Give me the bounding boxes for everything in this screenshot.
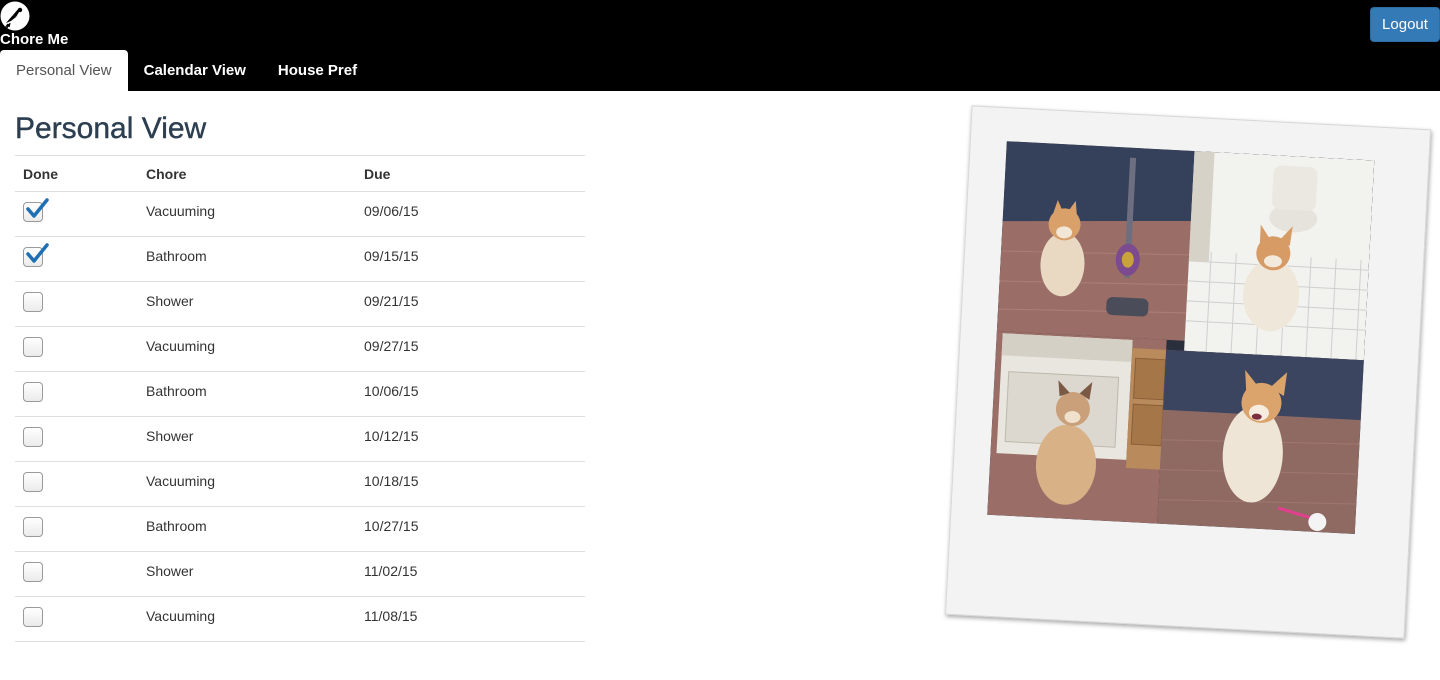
table-row: Vacuuming 09/27/15 xyxy=(15,326,585,372)
done-cell xyxy=(15,371,138,417)
chore-name: Bathroom xyxy=(138,236,356,282)
table-row: Bathroom 09/15/15 xyxy=(15,236,585,282)
chore-table: Done Chore Due Vacuuming 09/06/15 Bathroom… xyxy=(15,155,585,642)
done-cell xyxy=(15,461,138,507)
due-date: 11/08/15 xyxy=(356,596,585,642)
done-cell xyxy=(15,236,138,282)
due-date: 10/18/15 xyxy=(356,461,585,507)
table-row: Bathroom 10/27/15 xyxy=(15,506,585,552)
done-checkbox[interactable] xyxy=(23,337,43,357)
done-checkbox[interactable] xyxy=(23,607,43,627)
table-row: Vacuuming 09/06/15 xyxy=(15,191,585,237)
polaroid-frame xyxy=(944,105,1432,639)
done-cell xyxy=(15,506,138,552)
chore-name: Bathroom xyxy=(138,371,356,417)
table-row: Vacuuming 10/18/15 xyxy=(15,461,585,507)
table-row: Vacuuming 11/08/15 xyxy=(15,596,585,642)
chore-rows: Vacuuming 09/06/15 Bathroom 09/15/15 Shower 0… xyxy=(15,191,585,642)
table-row: Bathroom 10/06/15 xyxy=(15,371,585,417)
done-checkbox[interactable] xyxy=(23,562,43,582)
dog-photo-collage xyxy=(987,141,1375,534)
column-header-due: Due xyxy=(356,155,585,192)
due-date: 09/21/15 xyxy=(356,281,585,327)
done-cell xyxy=(15,551,138,597)
done-cell xyxy=(15,326,138,372)
chore-name: Vacuuming xyxy=(138,461,356,507)
chore-name: Vacuuming xyxy=(138,326,356,372)
tab-personal-view[interactable]: Personal View xyxy=(0,50,128,91)
done-cell xyxy=(15,281,138,327)
due-date: 09/15/15 xyxy=(356,236,585,282)
chore-name: Vacuuming xyxy=(138,191,356,237)
chore-name: Shower xyxy=(138,551,356,597)
done-checkbox[interactable] xyxy=(23,472,43,492)
done-checkbox[interactable] xyxy=(23,427,43,447)
due-date: 10/06/15 xyxy=(356,371,585,417)
dog-collage-image xyxy=(987,141,1375,534)
done-checkbox[interactable] xyxy=(23,198,49,222)
done-cell xyxy=(15,191,138,237)
chore-name: Bathroom xyxy=(138,506,356,552)
done-checkbox[interactable] xyxy=(23,382,43,402)
table-row: Shower 09/21/15 xyxy=(15,281,585,327)
brand[interactable]: Chore Me xyxy=(0,0,80,50)
done-checkbox[interactable] xyxy=(23,292,43,312)
done-cell xyxy=(15,596,138,642)
checkmark-icon xyxy=(26,243,49,263)
table-row: Shower 10/12/15 xyxy=(15,416,585,462)
logout-button[interactable]: Logout xyxy=(1370,7,1440,42)
column-header-chore: Chore xyxy=(138,155,356,192)
chore-name: Shower xyxy=(138,416,356,462)
brand-logo-icon xyxy=(0,1,30,31)
brand-name: Chore Me xyxy=(0,31,69,48)
table-row: Shower 11/02/15 xyxy=(15,551,585,597)
due-date: 09/06/15 xyxy=(356,191,585,237)
chore-name: Shower xyxy=(138,281,356,327)
polaroid-photo xyxy=(944,105,1432,639)
due-date: 11/02/15 xyxy=(356,551,585,597)
due-date: 10/12/15 xyxy=(356,416,585,462)
checkmark-icon xyxy=(26,198,49,218)
tab-house-pref[interactable]: House Pref xyxy=(262,50,373,91)
column-header-done: Done xyxy=(15,155,138,192)
tab-calendar-view[interactable]: Calendar View xyxy=(128,50,262,91)
table-header-row: Done Chore Due xyxy=(15,155,585,192)
done-checkbox[interactable] xyxy=(23,517,43,537)
top-navbar: Chore Me Personal View Calendar View Hou… xyxy=(0,0,1440,91)
due-date: 09/27/15 xyxy=(356,326,585,372)
due-date: 10/27/15 xyxy=(356,506,585,552)
done-checkbox[interactable] xyxy=(23,243,49,267)
chore-name: Vacuuming xyxy=(138,596,356,642)
nav-tabs: Personal View Calendar View House Pref xyxy=(0,50,373,91)
done-cell xyxy=(15,416,138,462)
page-title: Personal View xyxy=(15,112,207,145)
